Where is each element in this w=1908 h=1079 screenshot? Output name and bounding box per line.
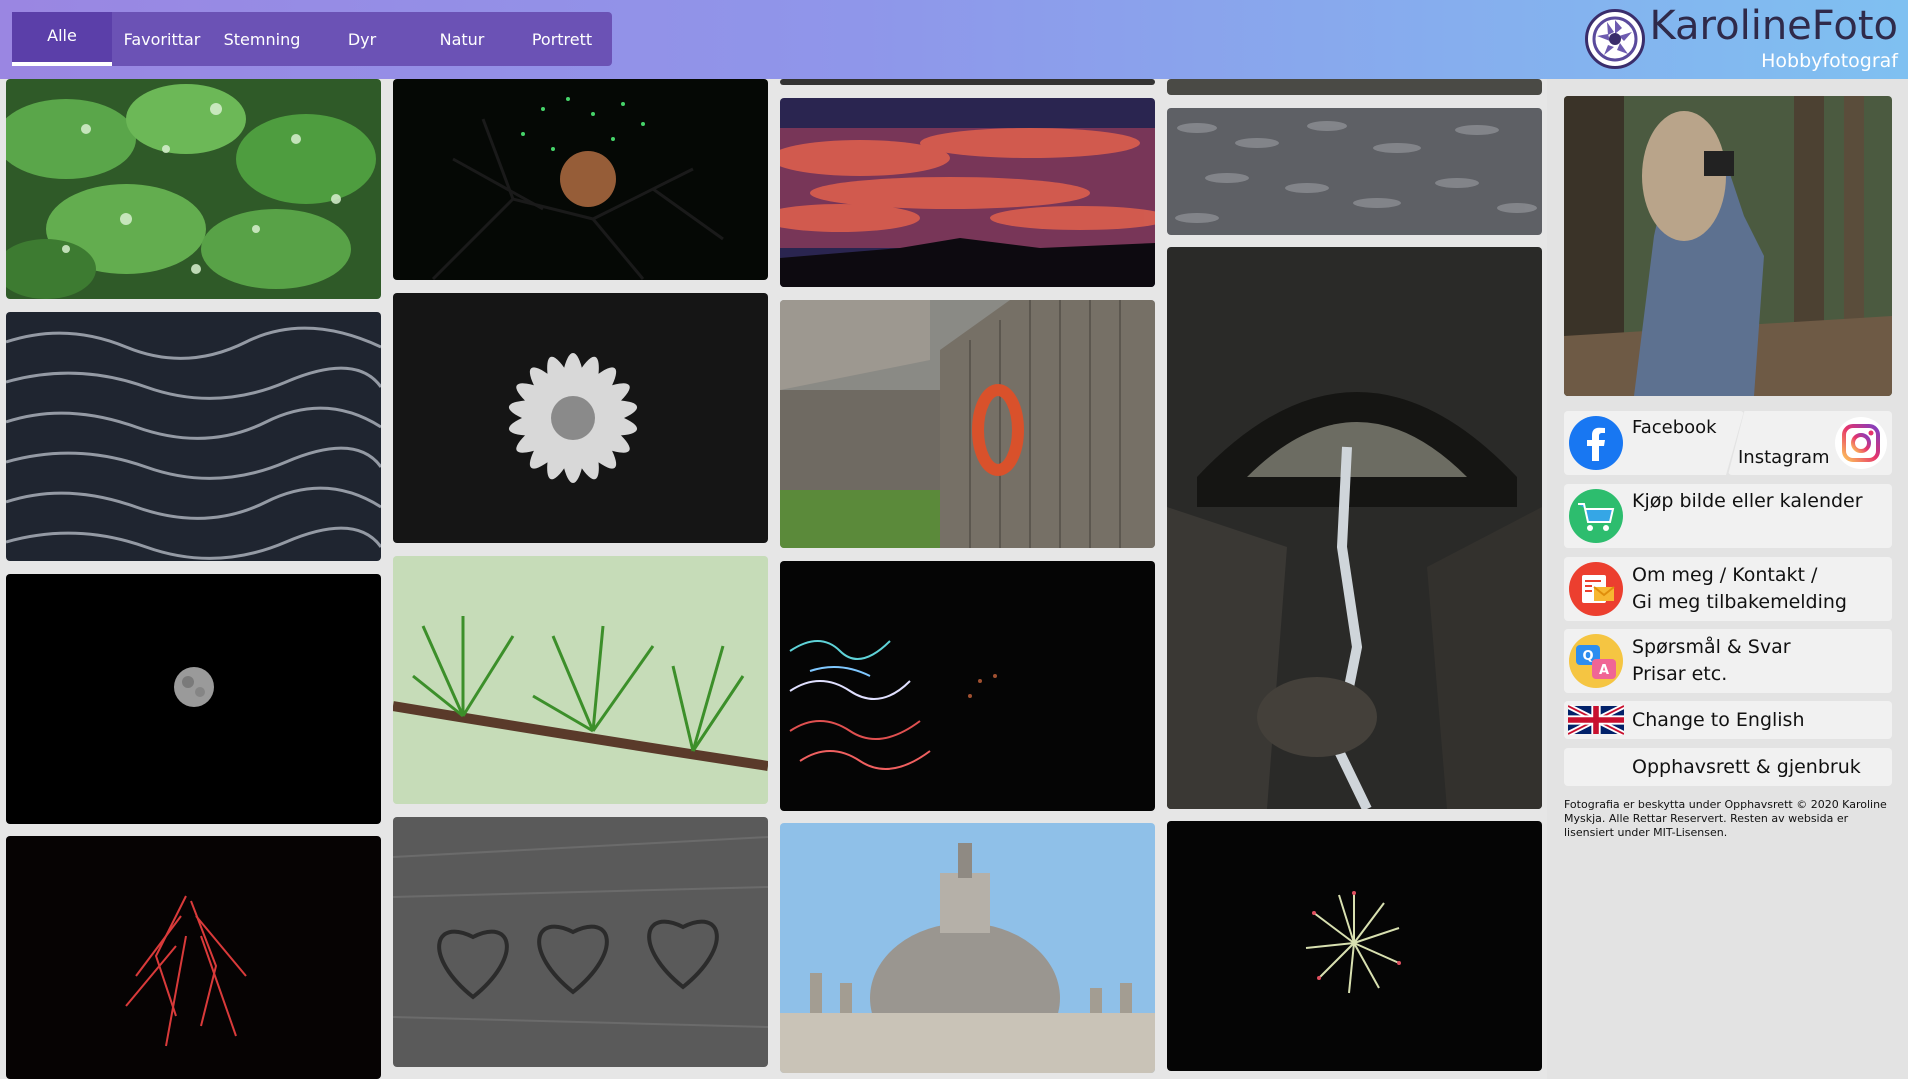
buy-photo-label: Kjøp bilde eller kalender (1632, 490, 1863, 512)
facebook-link[interactable]: Facebook (1564, 411, 1744, 475)
footer-copyright-text: Fotografia er beskytta under Opphavsrett… (1564, 798, 1887, 839)
faq-button[interactable]: Q A Spørsmål & Svar Prisar etc. (1564, 629, 1892, 693)
photo-sunset-clouds[interactable] (780, 98, 1155, 287)
facebook-label: Facebook (1632, 417, 1717, 438)
profile-photo (1564, 96, 1892, 396)
contact-form-icon (1569, 562, 1623, 616)
photo-red-fireworks[interactable] (6, 836, 381, 1079)
uk-flag-icon (1568, 705, 1624, 735)
photo-basilica-dome[interactable] (780, 823, 1155, 1073)
faq-label: Spørsmål & Svar Prisar etc. (1632, 634, 1791, 688)
copyright-button[interactable]: Opphavsrett & gjenbruk (1564, 748, 1892, 786)
photo-larch-branch[interactable] (393, 556, 768, 804)
svg-text:Q: Q (1582, 649, 1593, 664)
photo-partial-top[interactable] (780, 79, 1155, 85)
camera-aperture-logo-icon[interactable] (1585, 9, 1645, 69)
photo-white-daisy[interactable] (393, 293, 768, 543)
nav-tab-label: Alle (47, 25, 77, 45)
nav-tab-stemning[interactable]: Stemning (212, 12, 312, 66)
nav-tab-favorittar[interactable]: Favorittar (112, 12, 212, 66)
instagram-label: Instagram (1738, 447, 1830, 468)
photo-barn-lifebuoy[interactable] (780, 300, 1155, 548)
svg-text:A: A (1599, 663, 1609, 678)
change-language-label: Change to English (1632, 708, 1805, 731)
photo-fireworks-through-trees[interactable] (393, 79, 768, 280)
nav-tab-label: Natur (439, 29, 485, 49)
about-line1: Om meg / Kontakt / (1632, 564, 1818, 586)
faq-line2: Prisar etc. (1632, 663, 1728, 685)
category-nav: Alle Favorittar Stemning Dyr Natur Portr… (12, 12, 612, 66)
site-title[interactable]: KarolineFoto (1650, 2, 1898, 50)
photo-waterfall-bridge[interactable] (1167, 247, 1542, 809)
nav-tab-portrett[interactable]: Portrett (512, 12, 612, 66)
photo-partial-top-right[interactable] (1167, 79, 1542, 95)
about-contact-button[interactable]: Om meg / Kontakt / Gi meg tilbakemelding (1564, 557, 1892, 621)
nav-tab-label: Dyr (347, 29, 377, 49)
photo-light-trails[interactable] (780, 561, 1155, 811)
about-line2: Gi meg tilbakemelding (1632, 591, 1847, 613)
site-subtitle: Hobbyfotograf (1761, 50, 1898, 72)
buy-photo-button[interactable]: Kjøp bilde eller kalender (1564, 484, 1892, 548)
instagram-icon (1835, 417, 1887, 469)
nav-tab-label: Favorittar (123, 29, 201, 49)
copyright-label: Opphavsrett & gjenbruk (1632, 755, 1861, 778)
faq-line1: Spørsmål & Svar (1632, 636, 1791, 658)
social-links: Facebook Instagram (1564, 411, 1892, 475)
question-answer-icon: Q A (1569, 634, 1623, 688)
nav-tab-natur[interactable]: Natur (412, 12, 512, 66)
nav-tab-dyr[interactable]: Dyr (312, 12, 412, 66)
about-contact-label: Om meg / Kontakt / Gi meg tilbakemelding (1632, 562, 1847, 616)
change-language-button[interactable]: Change to English (1564, 701, 1892, 739)
facebook-icon (1569, 416, 1623, 470)
site-header: Alle Favorittar Stemning Dyr Natur Portr… (0, 0, 1908, 79)
nav-tab-label: Portrett (531, 29, 593, 49)
photo-hearts-in-sand[interactable] (393, 817, 768, 1067)
photo-full-moon[interactable] (6, 574, 381, 824)
instagram-link[interactable]: Instagram (1728, 411, 1892, 475)
nav-tab-alle[interactable]: Alle (12, 12, 112, 66)
photo-dark-water[interactable] (6, 312, 381, 561)
photo-firework-burst[interactable] (1167, 821, 1542, 1071)
shopping-cart-icon (1569, 489, 1623, 543)
photo-clover-droplets[interactable] (6, 79, 381, 299)
photo-grey-water[interactable] (1167, 108, 1542, 235)
nav-tab-label: Stemning (223, 29, 301, 49)
